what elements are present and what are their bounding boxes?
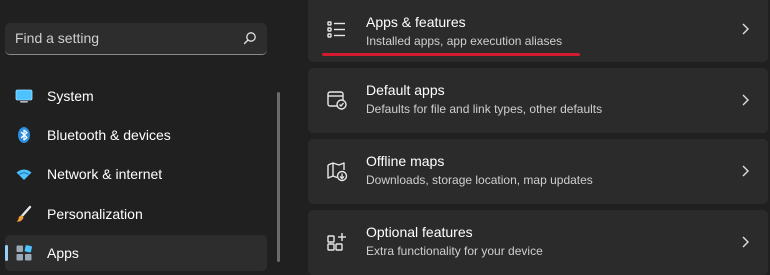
red-underline-annotation <box>322 53 580 56</box>
sidebar-item-personalization[interactable]: Personalization <box>5 196 267 232</box>
sidebar-item-label: System <box>47 88 94 104</box>
chevron-right-icon <box>742 165 749 177</box>
chevron-right-icon <box>742 23 749 35</box>
search-input[interactable] <box>5 23 225 53</box>
list-icon <box>327 21 345 38</box>
sidebar-item-label: Personalization <box>47 206 143 222</box>
monitor-icon <box>15 89 33 103</box>
card-title: Optional features <box>366 224 473 240</box>
apps-icon <box>16 245 32 261</box>
offline-maps-card[interactable]: Offline maps Downloads, storage location… <box>308 139 768 204</box>
search-box[interactable] <box>5 23 267 55</box>
default-apps-card[interactable]: Default apps Defaults for file and link … <box>308 68 768 133</box>
optional-features-card[interactable]: Optional features Extra functionality fo… <box>308 210 768 275</box>
sidebar-item-apps[interactable]: Apps <box>5 235 267 271</box>
card-title: Default apps <box>366 82 445 98</box>
sidebar: System Bluetooth & devices Network & int… <box>0 0 290 271</box>
card-title: Apps & features <box>366 14 466 30</box>
chevron-right-icon <box>742 236 749 248</box>
selection-indicator <box>5 245 8 261</box>
sidebar-scrollbar[interactable] <box>277 92 280 262</box>
sidebar-item-network[interactable]: Network & internet <box>5 156 267 192</box>
card-subtitle: Installed apps, app execution aliases <box>366 34 563 48</box>
sidebar-item-system[interactable]: System <box>5 78 267 114</box>
bluetooth-icon <box>18 127 30 143</box>
optional-features-icon <box>327 233 346 251</box>
default-apps-icon <box>327 91 347 110</box>
wifi-icon <box>16 169 32 180</box>
chevron-right-icon <box>742 94 749 106</box>
card-title: Offline maps <box>366 153 445 169</box>
map-download-icon <box>327 162 348 182</box>
card-subtitle: Defaults for file and link types, other … <box>366 102 603 116</box>
paintbrush-icon <box>16 205 32 222</box>
card-subtitle: Downloads, storage location, map updates <box>366 173 593 187</box>
sidebar-item-label: Bluetooth & devices <box>47 127 171 143</box>
sidebar-item-bluetooth[interactable]: Bluetooth & devices <box>5 117 267 153</box>
search-icon[interactable] <box>243 31 257 45</box>
sidebar-item-label: Apps <box>47 245 79 261</box>
sidebar-item-label: Network & internet <box>47 166 163 182</box>
